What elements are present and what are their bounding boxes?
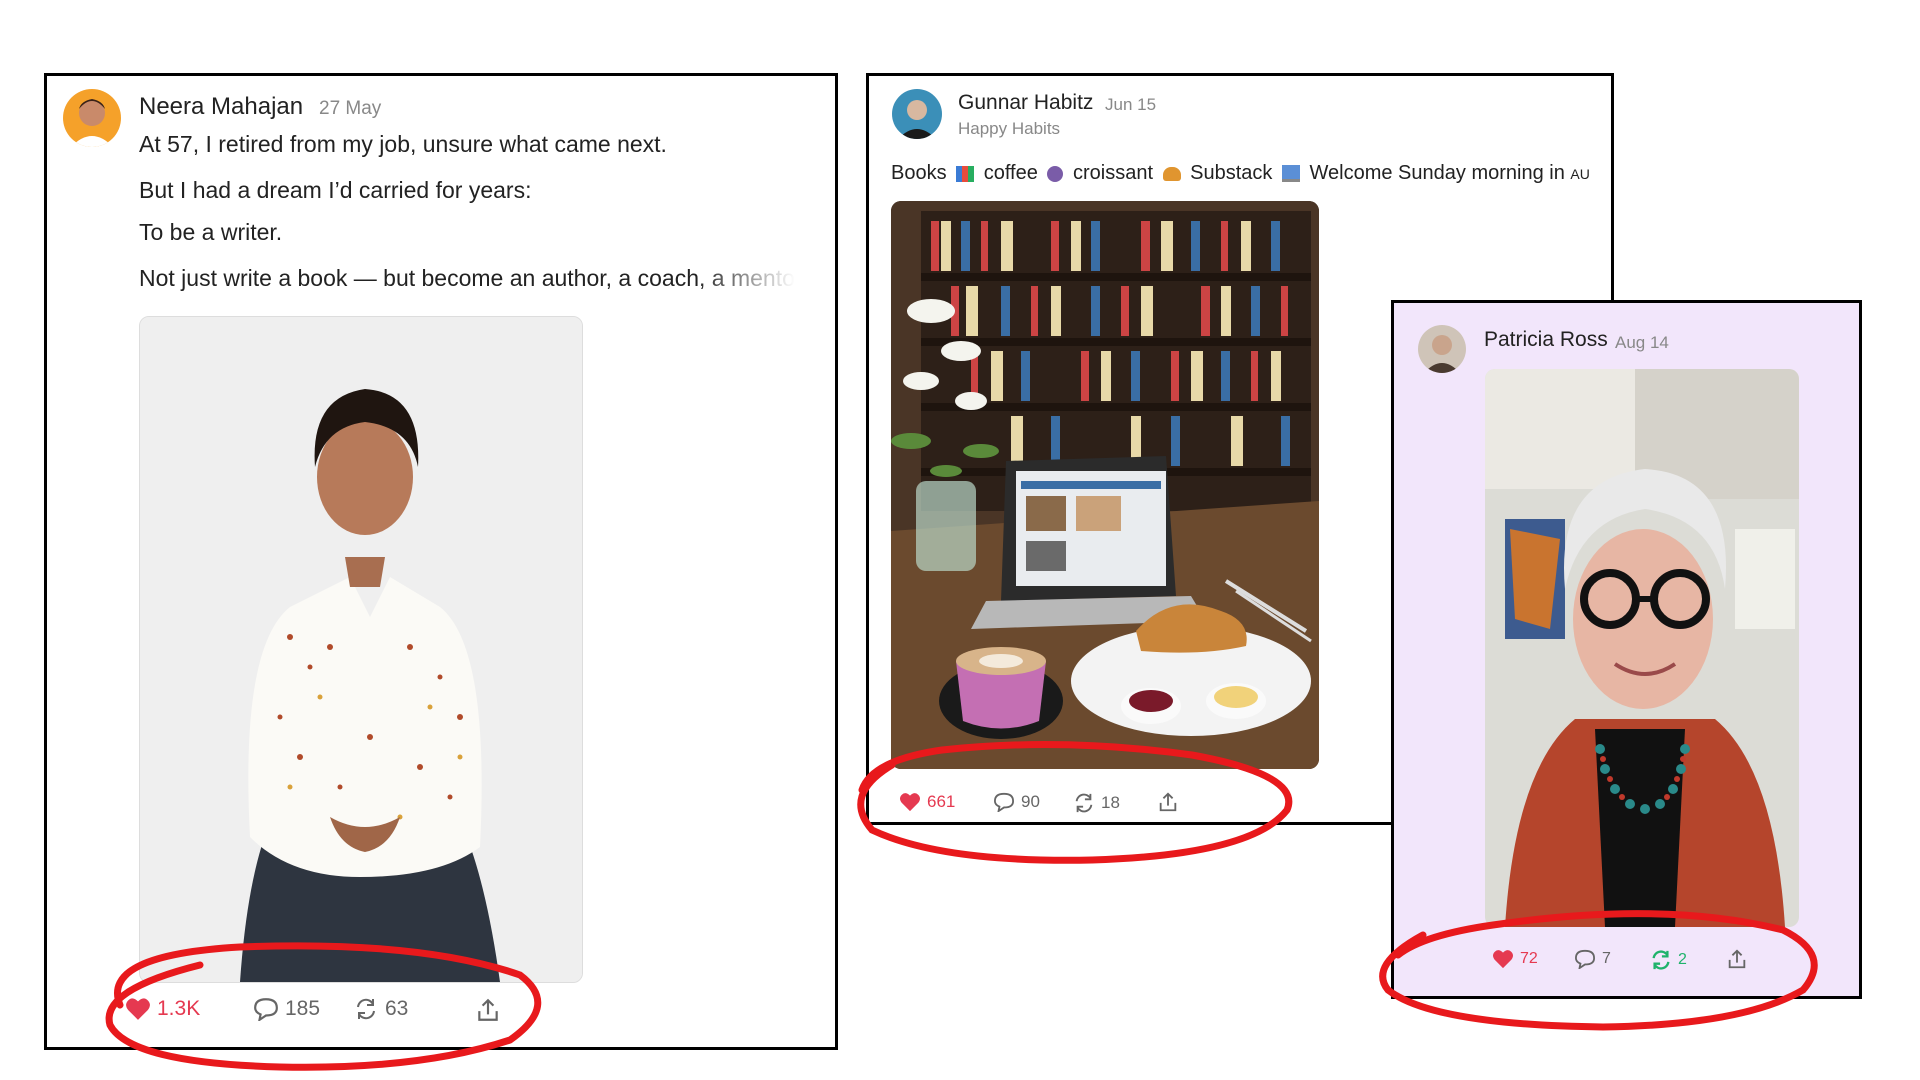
like-button[interactable]: 1.3K [125, 997, 200, 1021]
laptop-emoji-icon [1281, 165, 1300, 183]
post-text: Books coffee croissant Substack Welcome … [891, 162, 1590, 184]
heart-icon [900, 793, 920, 812]
restack-icon [357, 998, 375, 1020]
share-button[interactable] [475, 997, 501, 1023]
avatar-gunnar[interactable] [892, 89, 942, 139]
croissant-emoji-icon [1162, 166, 1181, 181]
comment-count: 7 [1602, 950, 1611, 967]
avatar-neera[interactable] [63, 89, 121, 147]
restack-count: 63 [385, 997, 409, 1020]
comment-icon [1574, 949, 1596, 969]
share-button[interactable] [1726, 948, 1748, 970]
share-icon [1728, 949, 1746, 969]
comment-button[interactable]: 7 [1574, 949, 1611, 969]
share-icon [1159, 792, 1177, 812]
coffee-emoji-icon [1047, 165, 1064, 182]
author-name[interactable]: Neera Mahajan [139, 93, 303, 121]
comment-icon [254, 998, 278, 1021]
comment-icon [993, 792, 1015, 812]
avatar-patricia[interactable] [1418, 325, 1466, 373]
restack-icon [1652, 950, 1670, 970]
like-button[interactable]: 661 [899, 792, 955, 812]
restack-button[interactable]: 63 [353, 997, 408, 1021]
comment-button[interactable]: 90 [993, 792, 1040, 812]
like-button[interactable]: 72 [1492, 949, 1538, 969]
like-count: 72 [1520, 950, 1538, 967]
post-text-line: Not just write a book — but become an au… [139, 265, 795, 291]
restack-button[interactable]: 2 [1650, 949, 1687, 971]
comment-button[interactable]: 185 [253, 997, 320, 1021]
share-button[interactable] [1157, 791, 1179, 813]
post-text-line: But I had a dream I’d carried for years: [139, 177, 532, 203]
books-emoji-icon [956, 165, 975, 182]
heart-icon [1493, 950, 1513, 969]
comment-count: 90 [1021, 792, 1040, 811]
comment-count: 185 [285, 997, 321, 1020]
post-date[interactable]: Jun 15 [1105, 95, 1156, 115]
restack-button[interactable]: 18 [1073, 792, 1120, 814]
like-count: 1.3K [157, 997, 201, 1020]
post-video[interactable] [1485, 369, 1799, 927]
heart-icon [126, 998, 150, 1020]
author-name[interactable]: Gunnar Habitz [958, 91, 1093, 115]
post-date[interactable]: Aug 14 [1615, 333, 1669, 353]
post-text-line: At 57, I retired from my job, unsure wha… [139, 131, 667, 157]
post-text-line: To be a writer. [139, 219, 283, 245]
post-date[interactable]: 27 May [319, 98, 381, 120]
post-card-patricia: Patricia Ross Aug 14 72 7 2 [1391, 300, 1862, 999]
publication-name[interactable]: Happy Habits [958, 119, 1060, 139]
post-image[interactable] [139, 316, 583, 983]
restack-count: 2 [1678, 951, 1687, 968]
post-image[interactable] [891, 201, 1319, 769]
restack-icon [1075, 793, 1093, 813]
post-card-neera: Neera Mahajan 27 May At 57, I retired fr… [44, 73, 838, 1050]
restack-count: 18 [1101, 793, 1120, 812]
like-count: 661 [927, 792, 956, 811]
share-icon [478, 998, 498, 1021]
author-name[interactable]: Patricia Ross [1484, 328, 1608, 352]
